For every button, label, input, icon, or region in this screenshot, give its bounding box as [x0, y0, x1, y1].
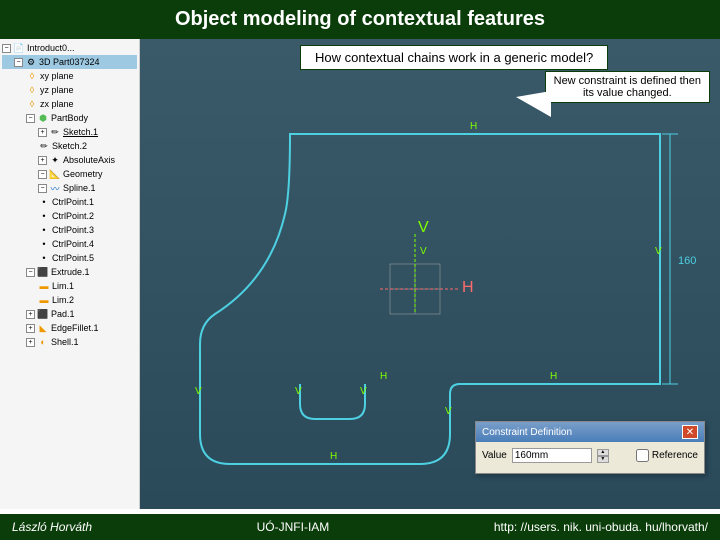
slide-title: Object modeling of contextual features	[0, 0, 720, 39]
callout-constraint: New constraint is defined then its value…	[545, 71, 710, 103]
tree-cp5[interactable]: •CtrlPoint.5	[2, 251, 137, 265]
3d-canvas[interactable]: How contextual chains work in a generic …	[140, 39, 720, 509]
axis-h-label: H	[462, 279, 474, 296]
tree-absaxis[interactable]: +✦AbsoluteAxis	[2, 153, 137, 167]
axis-v-label: V	[418, 219, 429, 236]
footer-org: UÓ-JNFI-IAM	[257, 520, 330, 534]
value-input[interactable]	[512, 448, 592, 463]
tree-cp4[interactable]: •CtrlPoint.4	[2, 237, 137, 251]
tree-plane-xy[interactable]: ◊xy plane	[2, 69, 137, 83]
close-icon[interactable]: ✕	[682, 425, 698, 439]
cons-h3: H	[330, 451, 337, 462]
tree-part[interactable]: −⚙3D Part037324	[2, 55, 137, 69]
feature-tree: −📄Introduct0... −⚙3D Part037324 ◊xy plan…	[0, 39, 140, 509]
footer-url: http: //users. nik. uni-obuda. hu/lhorva…	[494, 520, 708, 534]
reference-checkbox[interactable]: Reference	[636, 449, 698, 462]
footer-author: László Horváth	[12, 520, 92, 534]
footer: László Horváth UÓ-JNFI-IAM http: //users…	[0, 514, 720, 540]
value-label: Value	[482, 450, 507, 461]
tree-shell[interactable]: +◐Shell.1	[2, 335, 137, 349]
tree-pad[interactable]: +⬛Pad.1	[2, 307, 137, 321]
tree-sketch1[interactable]: +✏Sketch.1	[2, 125, 137, 139]
cons-v3: V	[295, 386, 302, 397]
sketch-notch	[300, 384, 365, 419]
cons-h2: H	[550, 371, 557, 382]
tree-cp2[interactable]: •CtrlPoint.2	[2, 209, 137, 223]
tree-cp1[interactable]: •CtrlPoint.1	[2, 195, 137, 209]
cons-v6: V	[420, 246, 427, 257]
dimension-160[interactable]: 160	[678, 255, 696, 267]
tree-partbody[interactable]: −⬢PartBody	[2, 111, 137, 125]
constraint-dialog: Constraint Definition ✕ Value ▲▼ Referen…	[475, 421, 705, 474]
cons-h1: H	[470, 121, 477, 132]
tree-cp3[interactable]: •CtrlPoint.3	[2, 223, 137, 237]
cons-v4: V	[360, 386, 367, 397]
tree-geometry[interactable]: −📐Geometry	[2, 167, 137, 181]
dialog-titlebar[interactable]: Constraint Definition ✕	[476, 422, 704, 442]
tree-plane-zx[interactable]: ◊zx plane	[2, 97, 137, 111]
cons-v2: V	[445, 406, 452, 417]
sketch-profile	[200, 134, 660, 464]
tree-lim1[interactable]: ▬Lim.1	[2, 279, 137, 293]
tree-sketch2[interactable]: ✏Sketch.2	[2, 139, 137, 153]
value-spinner[interactable]: ▲▼	[597, 449, 609, 463]
cons-v1: V	[655, 246, 662, 257]
cons-h4: H	[380, 371, 387, 382]
tree-root[interactable]: −📄Introduct0...	[2, 41, 137, 55]
tree-lim2[interactable]: ▬Lim.2	[2, 293, 137, 307]
tree-edgefillet[interactable]: +◣EdgeFillet.1	[2, 321, 137, 335]
tree-spline[interactable]: −〰Spline.1	[2, 181, 137, 195]
tree-plane-yz[interactable]: ◊yz plane	[2, 83, 137, 97]
content: −📄Introduct0... −⚙3D Part037324 ◊xy plan…	[0, 39, 720, 509]
cons-v5: V	[195, 386, 202, 397]
dialog-title-text: Constraint Definition	[482, 427, 572, 438]
tree-extrude[interactable]: −⬛Extrude.1	[2, 265, 137, 279]
callout-question: How contextual chains work in a generic …	[300, 45, 608, 70]
